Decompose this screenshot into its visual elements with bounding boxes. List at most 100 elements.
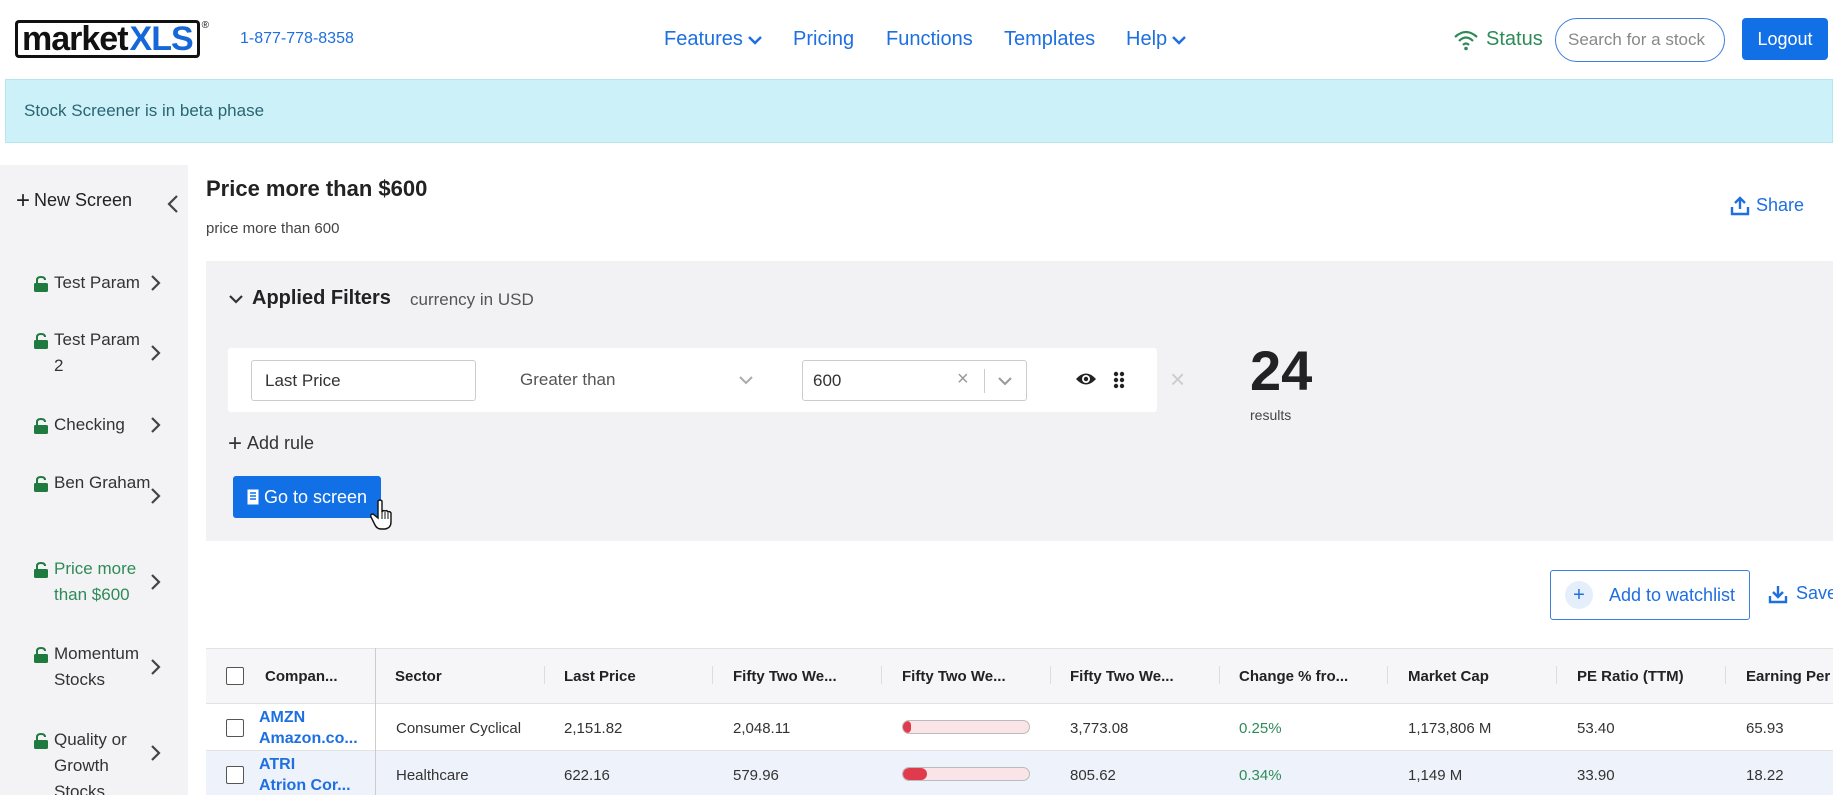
company-name-link[interactable]: Amazon.co...: [259, 730, 358, 748]
sidebar-item-label: Momentum Stocks: [54, 644, 140, 689]
chevron-down-icon[interactable]: [738, 374, 754, 386]
add-to-watchlist-button[interactable]: + Add to watchlist: [1550, 570, 1750, 620]
column-header[interactable]: Fifty Two We...: [733, 668, 837, 685]
select-all-checkbox[interactable]: [226, 667, 244, 685]
phone-number[interactable]: 1-877-778-8358: [240, 30, 354, 48]
plus-icon: +: [228, 429, 243, 457]
column-divider[interactable]: [1050, 666, 1051, 684]
fifty-two-week-range-bar: [902, 767, 1030, 781]
fifty-two-week-range-bar: [902, 720, 1030, 734]
column-header[interactable]: PE Ratio (TTM): [1577, 668, 1684, 685]
rule-field-input[interactable]: Last Price: [251, 360, 476, 401]
nav-functions[interactable]: Functions: [886, 28, 973, 51]
go-to-screen-label: Go to screen: [263, 486, 368, 507]
sidebar-item-label: Quality or Growth Stocks: [54, 730, 127, 795]
save-button[interactable]: Save: [1768, 583, 1833, 604]
sidebar-item-test-param[interactable]: Test Param: [34, 270, 174, 296]
row-checkbox[interactable]: [226, 719, 244, 737]
sidebar-item-test-param-2[interactable]: Test Param 2: [34, 327, 174, 379]
remove-rule-icon[interactable]: ×: [1170, 364, 1185, 395]
sidebar-item-label: Ben Graham: [54, 473, 151, 492]
chevron-down-icon: [748, 35, 762, 45]
share-label: Share: [1756, 195, 1805, 215]
column-header[interactable]: Compan...: [265, 668, 338, 685]
plus-icon: +: [16, 186, 31, 214]
column-header[interactable]: Change % fro...: [1239, 668, 1348, 685]
nav-help[interactable]: Help: [1126, 28, 1187, 51]
stock-search-input[interactable]: [1555, 18, 1725, 62]
fifty-two-week-low-cell: 2,048.11: [733, 720, 791, 737]
sidebar-item-label: Test Param 2: [54, 330, 140, 375]
currency-note: currency in USD: [410, 290, 534, 309]
results-count: 24: [1250, 339, 1313, 402]
column-header[interactable]: Fifty Two We...: [1070, 668, 1174, 685]
sidebar-item-price-more-than-600[interactable]: Price more than $600: [34, 556, 174, 608]
nav-help-label: Help: [1126, 28, 1168, 50]
beta-banner-text: Stock Screener is in beta phase: [24, 101, 265, 120]
sidebar-item-momentum-stocks[interactable]: Momentum Stocks: [34, 641, 174, 693]
unlocked-lock-icon: [34, 562, 48, 578]
fifty-two-week-high-cell: 805.62: [1070, 767, 1116, 784]
column-divider[interactable]: [1556, 666, 1557, 684]
ticker-link[interactable]: AMZN: [259, 709, 305, 727]
new-screen-button[interactable]: + New Screen: [16, 186, 132, 214]
clear-value-icon[interactable]: ×: [957, 368, 969, 391]
save-label: Save: [1796, 583, 1833, 603]
rule-value-select[interactable]: 600 ×: [802, 360, 1027, 401]
change-percent-cell: 0.25%: [1239, 720, 1282, 737]
add-to-watchlist-label: Add to watchlist: [1609, 584, 1736, 605]
go-to-screen-button[interactable]: Go to screen: [233, 476, 381, 518]
column-divider[interactable]: [1219, 666, 1220, 684]
nav-pricing[interactable]: Pricing: [793, 28, 854, 51]
pe-ratio-cell: 33.90: [1577, 767, 1615, 784]
column-divider[interactable]: [1387, 666, 1388, 684]
nav-features[interactable]: Features: [664, 28, 763, 51]
sidebar-item-label: Checking: [54, 415, 125, 434]
last-price-cell: 2,151.82: [564, 720, 623, 737]
document-icon: [247, 489, 259, 505]
nav-templates[interactable]: Templates: [1004, 28, 1095, 51]
sidebar-item-ben-graham[interactable]: Ben Graham: [34, 470, 174, 504]
applied-filters-toggle[interactable]: Applied Filters: [228, 287, 391, 310]
sector-cell: Consumer Cyclical: [396, 720, 522, 737]
unlocked-lock-icon: [34, 733, 48, 749]
screen-subtitle: price more than 600: [206, 220, 340, 237]
chevron-right-icon: [151, 574, 161, 590]
sidebar-item-quality-or-growth[interactable]: Quality or Growth Stocks: [34, 727, 174, 795]
column-header[interactable]: Market Cap: [1408, 668, 1489, 685]
market-cap-cell: 1,173,806 M: [1408, 720, 1492, 737]
status-link[interactable]: Status: [1452, 28, 1543, 51]
column-header[interactable]: Last Price: [564, 668, 636, 685]
column-divider[interactable]: [881, 666, 882, 684]
add-rule-button[interactable]: + Add rule: [228, 429, 315, 457]
column-divider[interactable]: [1725, 666, 1726, 684]
eye-icon[interactable]: [1075, 371, 1097, 387]
share-upload-icon: [1730, 195, 1750, 215]
hand-cursor-icon: [370, 499, 392, 530]
row-checkbox[interactable]: [226, 766, 244, 784]
column-header[interactable]: Fifty Two We...: [902, 668, 1006, 685]
share-button[interactable]: Share: [1730, 195, 1804, 216]
column-divider[interactable]: [712, 666, 713, 684]
collapse-sidebar-icon[interactable]: [166, 193, 180, 215]
column-header[interactable]: Earning Per S: [1746, 668, 1833, 685]
column-header[interactable]: Sector: [395, 668, 442, 685]
ticker-link[interactable]: ATRI: [259, 756, 295, 774]
plus-icon: +: [1565, 581, 1593, 609]
company-name-link[interactable]: Atrion Cor...: [259, 777, 351, 795]
sidebar-item-checking[interactable]: Checking: [34, 412, 174, 438]
logout-button[interactable]: Logout: [1742, 18, 1828, 60]
column-divider[interactable]: [544, 666, 545, 684]
range-bar-fill: [903, 721, 911, 733]
value-divider: [984, 369, 985, 393]
chevron-right-icon: [151, 488, 161, 504]
drag-handle-icon[interactable]: [1113, 371, 1125, 389]
unlocked-lock-icon: [34, 276, 48, 292]
rule-operator-select[interactable]: Greater than: [520, 370, 615, 390]
logo[interactable]: market XLS ®: [15, 20, 209, 58]
chevron-down-icon[interactable]: [997, 375, 1013, 387]
eps-cell: 65.93: [1746, 720, 1784, 737]
range-bar-fill: [903, 768, 927, 780]
download-icon: [1768, 585, 1788, 603]
add-rule-label: Add rule: [247, 433, 315, 453]
